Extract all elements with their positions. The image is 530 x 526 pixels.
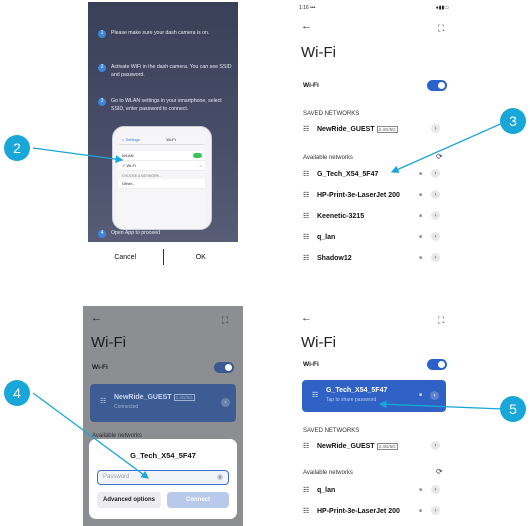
arrow-5 [378,400,504,410]
arrow-3 [390,121,506,173]
arrow-2 [32,147,124,163]
callout-arrows [32,121,506,479]
callout-3: 3 [500,108,526,134]
callout-4: 4 [4,380,30,406]
callout-2: 2 [4,135,30,161]
arrow-4 [32,392,150,479]
callout-5: 5 [500,396,526,422]
